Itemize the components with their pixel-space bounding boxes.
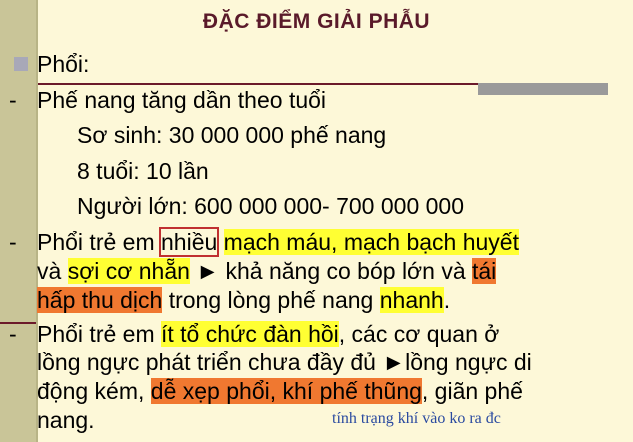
handwritten-note: tính trạng khí vào ko ra đc	[332, 410, 501, 427]
bullet1-text: Phế nang tăng dần theo tuổi	[37, 87, 327, 113]
section-heading: Phổi:	[37, 51, 90, 77]
highlight-orange: dễ xẹp phổi, khí phế thũng	[150, 378, 422, 404]
dash-bullet-icon: -	[9, 229, 17, 255]
dash-bullet-icon: -	[9, 321, 17, 347]
bullet1-sub-1: Sơ sinh: 30 000 000 phế nang	[77, 122, 387, 148]
text: động kém,	[37, 378, 151, 404]
bullet3-line4: nang.	[37, 407, 95, 433]
text: , các cơ quan ở	[338, 321, 500, 347]
highlight-yellow: sợi cơ nhẵn	[67, 258, 190, 284]
highlight-orange: tái	[472, 258, 497, 284]
bullet3-line2: lồng ngực phát triển chưa đầy đủ ►lồng n…	[37, 349, 532, 375]
side-rule	[0, 322, 36, 324]
bullet3-line3: động kém, dễ xẹp phổi, khí phế thũng, gi…	[37, 377, 523, 405]
text: trong lòng phế nang	[162, 287, 380, 313]
bullet2-line3: hấp thu dịch trong lòng phế nang nhanh.	[37, 286, 450, 314]
text: , giãn phế	[421, 378, 523, 404]
highlight-yellow: ít tổ chức đàn hồi	[161, 321, 339, 347]
square-bullet-icon	[14, 57, 28, 71]
highlight-orange: hấp thu dịch	[37, 287, 163, 313]
text: .	[443, 287, 451, 313]
highlight-yellow: mạch máu, mạch bạch huyết	[223, 229, 519, 255]
dash-bullet-icon: -	[9, 87, 17, 113]
text: và	[37, 258, 68, 284]
bullet3-line1: Phổi trẻ em ít tổ chức đàn hồi, các cơ q…	[37, 320, 499, 348]
boxed-word: nhiều	[158, 227, 220, 257]
highlight-yellow: nhanh	[379, 287, 444, 313]
slide-title: ĐẶC ĐIỂM GIẢI PHẪU	[202, 10, 431, 33]
bullet2-line1: Phổi trẻ em nhiều mạch máu, mạch bạch hu…	[37, 227, 519, 257]
text: Phổi trẻ em	[37, 321, 161, 347]
bullet1-sub-2: 8 tuổi: 10 lần	[77, 158, 209, 184]
bullet2-line2: và sợi cơ nhẵn ► khả năng co bóp lớn và …	[37, 257, 497, 285]
divider-block	[478, 83, 608, 95]
bullet1-sub-3: Người lớn: 600 000 000- 700 000 000	[77, 193, 465, 219]
text: Phổi trẻ em	[37, 229, 161, 255]
text	[217, 229, 223, 255]
text: ► khả năng co bóp lớn và	[189, 258, 472, 284]
